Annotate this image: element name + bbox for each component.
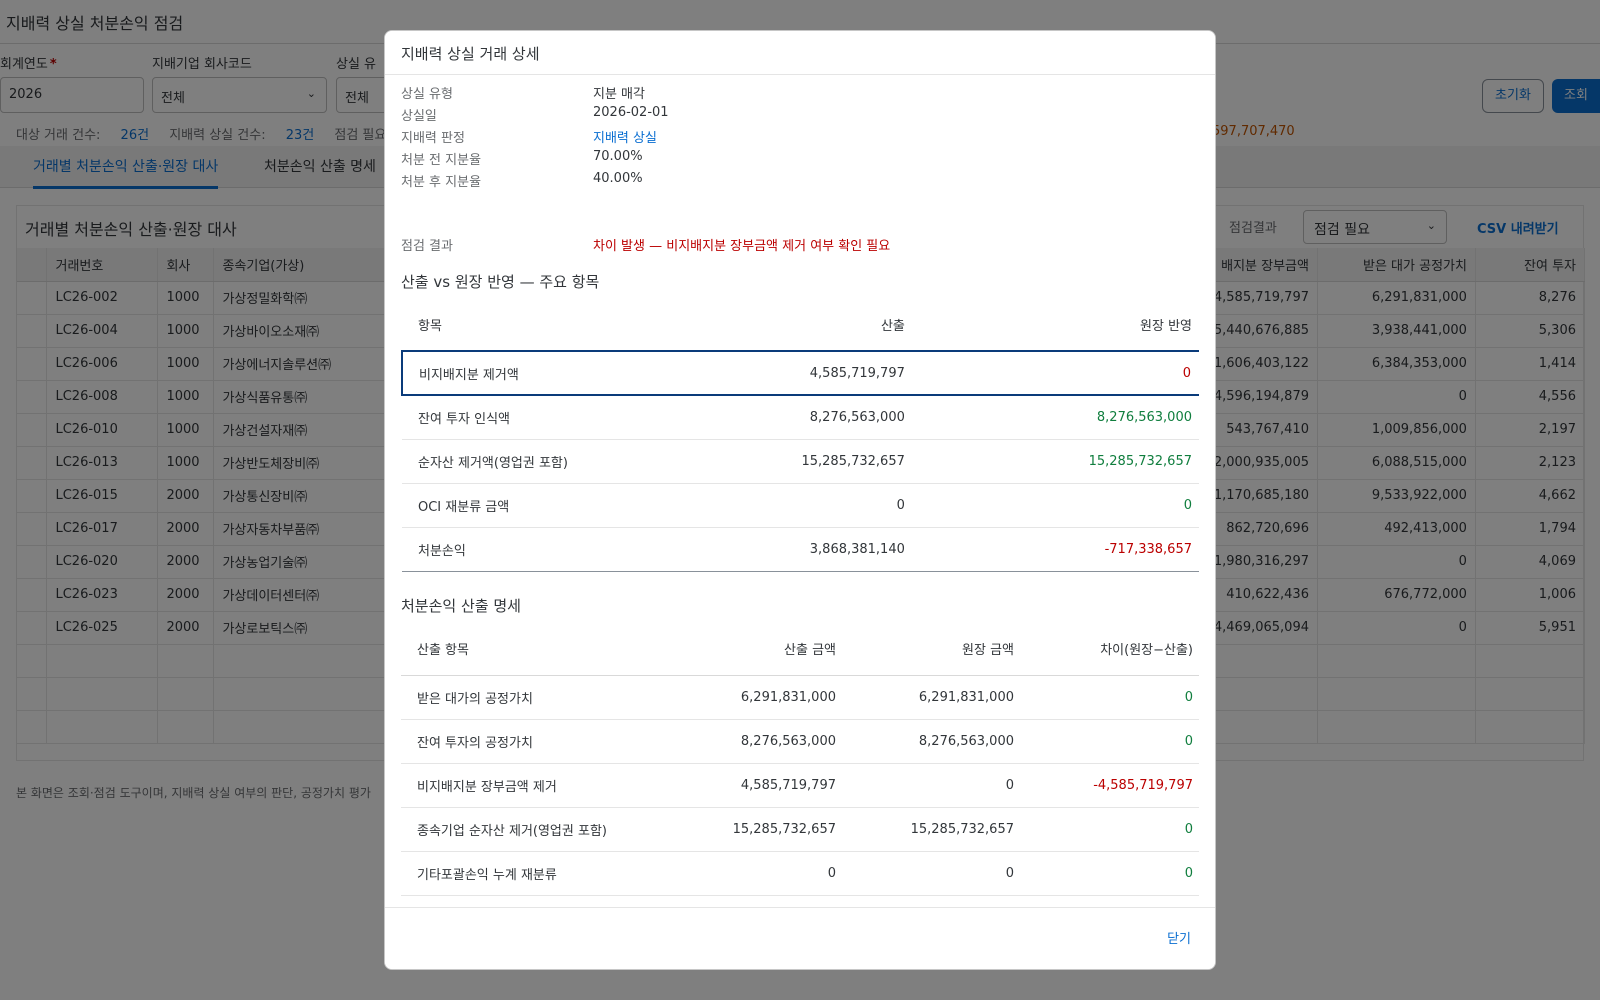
detail-label: 상실 유형 bbox=[401, 87, 453, 102]
dialog-body[interactable]: 상실 유형 지분 매각상실일 2026-02-01 지배력 판정 지배력 상실처분 전 … bbox=[401, 75, 1199, 907]
item-cell: 순자산 제거액(영업권 포함) bbox=[402, 439, 662, 484]
check-result-label: 점검 결과 bbox=[401, 239, 453, 254]
calc-cell: 6,291,831,000 bbox=[666, 675, 844, 720]
detail-value: 70.00% bbox=[593, 149, 643, 164]
detail-table-row: 받은 대가의 공정가치 6,291,831,000 6,291,831,000 0 bbox=[401, 675, 1199, 720]
calc-cell: 8,276,563,000 bbox=[666, 719, 844, 764]
detail-value[interactable]: 지배력 상실 bbox=[593, 127, 657, 146]
compare-table: 항목 산출 원장 반영 비지배지분 제거액 4,585,719,797 0 잔여 투자… bbox=[401, 298, 1199, 572]
ledger-cell: 0 bbox=[844, 763, 1022, 808]
detail-value: 지분 매각 bbox=[593, 87, 645, 102]
detail-label: 지배력 판정 bbox=[401, 131, 465, 146]
diff-cell: 0 bbox=[1022, 807, 1199, 852]
detail-table-row: 처분손익3,868,381,140-717,338,657-4,585,719,… bbox=[401, 895, 1199, 907]
calc-cell: 0 bbox=[661, 483, 913, 528]
ledger-cell: 15,285,732,657 bbox=[912, 439, 1199, 484]
close-button[interactable]: 닫기 bbox=[1167, 928, 1191, 947]
column-header: 산출 금액 bbox=[666, 622, 844, 676]
compare-row[interactable]: 처분손익 3,868,381,140 -717,338,657 bbox=[402, 527, 1199, 572]
compare-row[interactable]: 순자산 제거액(영업권 포함) 15,285,732,657 15,285,732,… bbox=[402, 439, 1199, 484]
compare-row[interactable]: OCI 재분류 금액 0 0 bbox=[402, 483, 1199, 528]
compare-row[interactable]: 잔여 투자 인식액 8,276,563,000 8,276,563,000 bbox=[402, 395, 1199, 440]
column-header: 원장 반영 bbox=[912, 298, 1199, 352]
item-cell: 처분손익 bbox=[402, 527, 662, 572]
detail-label: 처분 후 지분율 bbox=[401, 175, 482, 190]
calc-cell: 4,585,719,797 bbox=[666, 763, 844, 808]
diff-cell: 0 bbox=[1022, 675, 1199, 720]
ledger-cell: 0 bbox=[912, 483, 1199, 528]
ledger-cell: 8,276,563,000 bbox=[912, 395, 1199, 440]
column-header: 산출 bbox=[661, 298, 913, 352]
detail-table-row: 잔여 투자의 공정가치 8,276,563,000 8,276,563,000 0 bbox=[401, 719, 1199, 764]
compare-row[interactable]: 비지배지분 제거액 4,585,719,797 0 bbox=[401, 350, 1199, 396]
calc-cell: 3,868,381,140 bbox=[666, 895, 844, 907]
diff-cell: 0 bbox=[1022, 851, 1199, 896]
detail-table-row: 비지배지분 장부금액 제거 4,585,719,797 0 -4,585,719,79… bbox=[401, 763, 1199, 808]
dialog-title: 지배력 상실 거래 상세 bbox=[385, 31, 1215, 75]
ledger-cell: 6,291,831,000 bbox=[844, 675, 1022, 720]
item-cell: 기타포괄손익 누계 재분류 bbox=[401, 851, 666, 896]
column-header: 원장 금액 bbox=[844, 622, 1022, 676]
ledger-cell: 0 bbox=[912, 350, 1199, 396]
detail-section-title: 처분손익 산출 명세 bbox=[401, 597, 521, 615]
diff-cell: -4,585,719,797 bbox=[1022, 763, 1199, 808]
calc-cell: 15,285,732,657 bbox=[666, 807, 844, 852]
transaction-detail-dialog: 지배력 상실 거래 상세 상실 유형 지분 매각상실일 2026-02-01 지배력 … bbox=[384, 30, 1216, 970]
detail-label: 처분 전 지분율 bbox=[401, 153, 482, 168]
check-result-value: 차이 발생 — 비지배지분 장부금액 제거 여부 확인 필요 bbox=[593, 239, 891, 254]
column-header: 항목 bbox=[402, 298, 662, 352]
item-cell: 처분손익 bbox=[401, 895, 666, 907]
calc-cell: 0 bbox=[666, 851, 844, 896]
calc-cell: 4,585,719,797 bbox=[661, 350, 913, 396]
detail-table-row: 기타포괄손익 누계 재분류 0 0 0 bbox=[401, 851, 1199, 896]
calc-detail-table: 산출 항목 산출 금액 원장 금액 차이(원장−산출) 받은 대가의 공정가치 6… bbox=[401, 622, 1199, 907]
item-cell: 받은 대가의 공정가치 bbox=[401, 675, 666, 720]
detail-value: 40.00% bbox=[593, 171, 643, 186]
column-header: 산출 항목 bbox=[401, 622, 666, 676]
item-cell: 잔여 투자 인식액 bbox=[402, 395, 662, 440]
diff-cell: -4,585,719,797 bbox=[1022, 895, 1199, 907]
item-cell: 비지배지분 장부금액 제거 bbox=[401, 763, 666, 808]
item-cell: 종속기업 순자산 제거(영업권 포함) bbox=[401, 807, 666, 852]
item-cell: OCI 재분류 금액 bbox=[402, 483, 662, 528]
calc-cell: 15,285,732,657 bbox=[661, 439, 913, 484]
calc-cell: 3,868,381,140 bbox=[661, 527, 913, 572]
ledger-cell: -717,338,657 bbox=[912, 527, 1199, 572]
compare-section-title: 산출 vs 원장 반영 — 주요 항목 bbox=[401, 273, 600, 291]
detail-label: 상실일 bbox=[401, 109, 437, 124]
dialog-footer: 닫기 bbox=[385, 907, 1215, 969]
column-header: 차이(원장−산출) bbox=[1022, 622, 1199, 676]
item-cell: 비지배지분 제거액 bbox=[401, 350, 662, 396]
ledger-cell: 15,285,732,657 bbox=[844, 807, 1022, 852]
detail-value: 2026-02-01 bbox=[593, 105, 669, 120]
ledger-cell: -717,338,657 bbox=[844, 895, 1022, 907]
compare-header-row: 항목 산출 원장 반영 bbox=[402, 298, 1199, 352]
item-cell: 잔여 투자의 공정가치 bbox=[401, 719, 666, 764]
detail-header-row: 산출 항목 산출 금액 원장 금액 차이(원장−산출) bbox=[401, 622, 1199, 676]
detail-table-row: 종속기업 순자산 제거(영업권 포함) 15,285,732,657 15,285,… bbox=[401, 807, 1199, 852]
ledger-cell: 8,276,563,000 bbox=[844, 719, 1022, 764]
diff-cell: 0 bbox=[1022, 719, 1199, 764]
ledger-cell: 0 bbox=[844, 851, 1022, 896]
calc-cell: 8,276,563,000 bbox=[661, 395, 913, 440]
